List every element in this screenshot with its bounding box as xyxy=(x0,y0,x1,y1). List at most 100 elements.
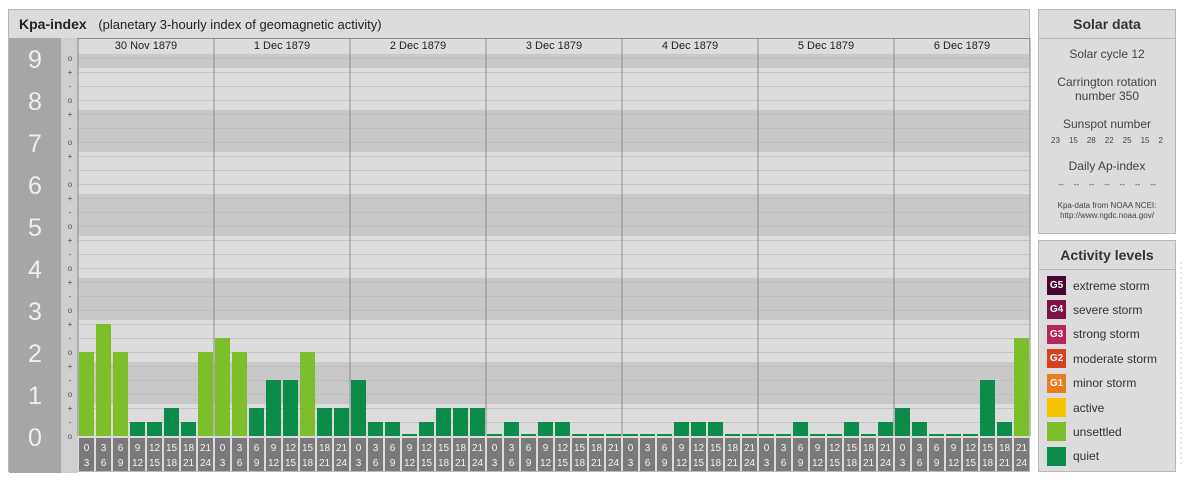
x-tick-start: 3 xyxy=(509,443,515,454)
activity-levels-title: Activity levels xyxy=(1039,241,1175,270)
x-tick-start: 18 xyxy=(863,443,875,454)
x-tick-end: 9 xyxy=(390,458,396,469)
x-tick-start: 6 xyxy=(662,443,668,454)
x-tick-start: 12 xyxy=(421,443,433,454)
kp-bar xyxy=(215,338,230,436)
x-tick-start: 12 xyxy=(829,443,841,454)
kp-bar xyxy=(317,407,332,436)
x-tick-end: 3 xyxy=(628,458,634,469)
x-tick-end: 6 xyxy=(101,458,107,469)
kp-bar xyxy=(113,352,128,436)
x-tick-start: 9 xyxy=(543,443,549,454)
x-tick-end: 21 xyxy=(455,458,467,469)
x-tick-end: 6 xyxy=(645,458,651,469)
x-tick-start: 0 xyxy=(900,443,906,454)
sunspot-value: 22 xyxy=(1104,136,1114,145)
x-tick-start: 18 xyxy=(999,443,1011,454)
x-tick-end: 9 xyxy=(934,458,940,469)
x-tick-start: 9 xyxy=(407,443,413,454)
x-tick-end: 9 xyxy=(662,458,668,469)
x-tick-start: 9 xyxy=(135,443,141,454)
x-tick-start: 15 xyxy=(574,443,586,454)
x-tick-end: 9 xyxy=(798,458,804,469)
kp-bar xyxy=(198,352,213,436)
kp-bar xyxy=(912,422,927,436)
x-tick-end: 6 xyxy=(237,458,243,469)
day-label: 6 Dec 1879 xyxy=(934,40,990,52)
x-tick-end: 12 xyxy=(948,458,960,469)
x-tick-start: 12 xyxy=(965,443,977,454)
source-link[interactable]: http://www.ngdc.noaa.gov/ xyxy=(1039,211,1175,221)
sunspot-value: 23 xyxy=(1051,136,1060,145)
x-tick-end: 24 xyxy=(1016,458,1028,469)
legend-swatch: G5 xyxy=(1047,276,1066,295)
y-tick-label: 6 xyxy=(28,172,42,200)
y-tick-label: 3 xyxy=(28,298,42,326)
kp-bar xyxy=(623,434,638,436)
x-tick-end: 21 xyxy=(591,458,603,469)
legend-label: extreme storm xyxy=(1073,278,1150,293)
y-subtick-label: + xyxy=(68,320,73,329)
x-tick-end: 21 xyxy=(319,458,331,469)
legend-item: G2 moderate storm xyxy=(1047,349,1158,369)
x-tick-end: 21 xyxy=(183,458,195,469)
kp-bar xyxy=(827,434,842,436)
kp-bar xyxy=(504,422,519,436)
kp-bar xyxy=(742,434,757,436)
kp-bar xyxy=(691,422,706,436)
x-tick-start: 18 xyxy=(591,443,603,454)
activity-levels-panel: Activity levels G5 extreme storm G4 severe … xyxy=(1038,240,1176,472)
legend-item: unsettled xyxy=(1047,422,1122,442)
x-tick-end: 15 xyxy=(557,458,569,469)
kp-bar xyxy=(725,434,740,436)
kp-bar xyxy=(521,434,536,436)
kp-bar xyxy=(861,434,876,436)
y-subtick-label: + xyxy=(68,152,73,161)
x-tick-start: 21 xyxy=(880,443,892,454)
x-tick-end: 12 xyxy=(404,458,416,469)
legend-item: G1 minor storm xyxy=(1047,373,1136,393)
x-tick-start: 3 xyxy=(645,443,651,454)
x-tick-end: 6 xyxy=(917,458,923,469)
sunspot-value: 2 xyxy=(1158,136,1163,145)
x-tick-end: 3 xyxy=(492,458,498,469)
legend-swatch xyxy=(1047,422,1066,442)
kp-bar xyxy=(385,422,400,436)
y-subtick-label: o xyxy=(68,54,73,63)
kp-bar xyxy=(929,434,944,436)
x-tick-start: 21 xyxy=(1016,443,1028,454)
y-subtick-label: o xyxy=(68,348,73,357)
sunspot-value: 15 xyxy=(1140,136,1150,145)
legend-label: moderate storm xyxy=(1073,351,1158,366)
kp-bar xyxy=(181,422,196,436)
kpa-bar-chart: 0123456789o-+o-+o-+o-+o-+o-+o-+o-+o-+o30… xyxy=(9,38,1031,473)
y-subtick-label: o xyxy=(68,180,73,189)
kp-bar xyxy=(470,407,485,436)
x-tick-end: 12 xyxy=(268,458,280,469)
kp-bar xyxy=(810,434,825,436)
legend-swatch: G1 xyxy=(1047,373,1066,393)
x-tick-end: 18 xyxy=(302,458,314,469)
x-tick-start: 0 xyxy=(628,443,634,454)
x-tick-start: 6 xyxy=(254,443,260,454)
solar-cycle: Solar cycle 12 xyxy=(1069,47,1145,61)
kp-bar xyxy=(759,434,774,436)
x-tick-end: 12 xyxy=(540,458,552,469)
x-tick-start: 3 xyxy=(917,443,923,454)
kp-bar xyxy=(997,422,1012,436)
x-tick-end: 12 xyxy=(132,458,144,469)
daily-ap-value: -- xyxy=(1104,180,1110,189)
x-tick-end: 21 xyxy=(863,458,875,469)
y-subtick-label: + xyxy=(68,68,73,77)
y-subtick-label: - xyxy=(69,418,72,427)
kp-bar xyxy=(589,434,604,436)
kp-bar xyxy=(232,352,247,436)
x-tick-end: 15 xyxy=(965,458,977,469)
x-tick-end: 6 xyxy=(781,458,787,469)
kp-bar xyxy=(538,422,553,436)
x-tick-end: 24 xyxy=(744,458,756,469)
kp-bar xyxy=(1014,338,1029,436)
x-tick-end: 12 xyxy=(812,458,824,469)
x-tick-start: 15 xyxy=(710,443,722,454)
kp-bar xyxy=(147,422,162,436)
